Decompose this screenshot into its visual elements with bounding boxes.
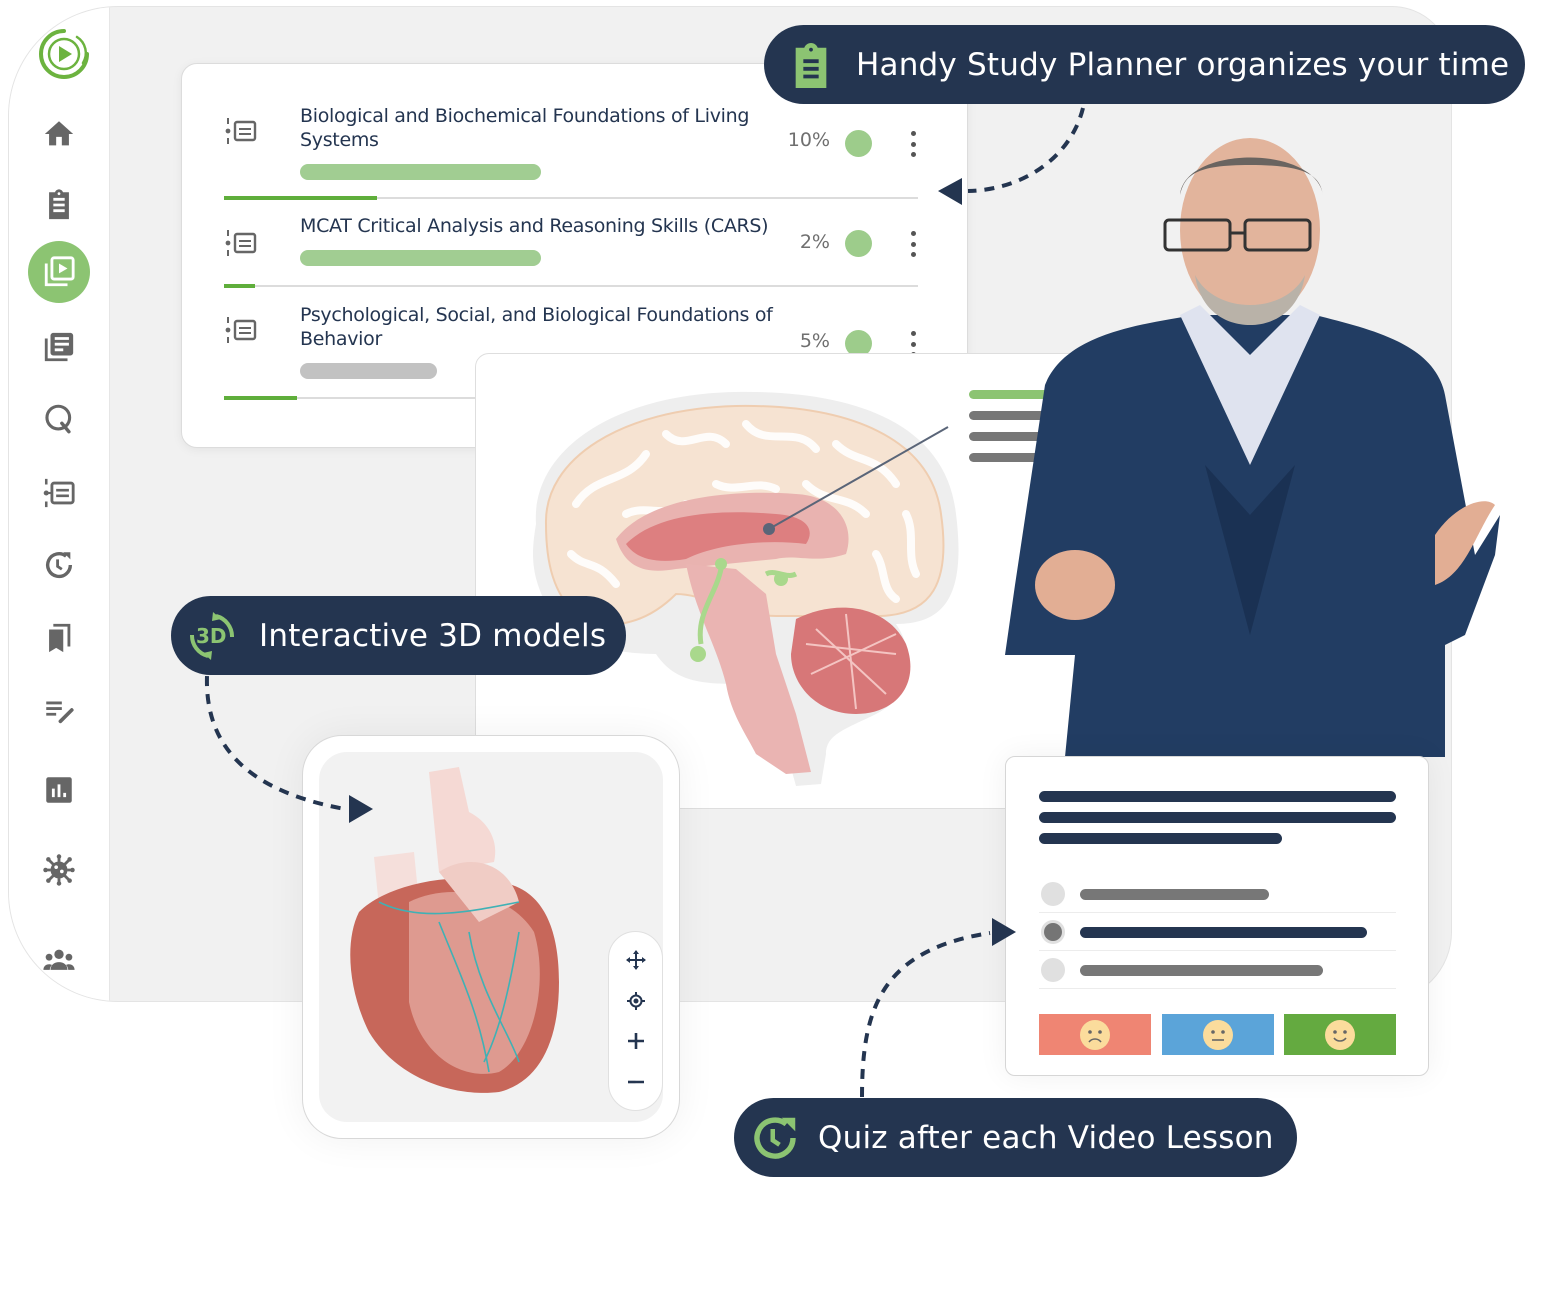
microbe-icon	[43, 854, 75, 886]
more-options-icon[interactable]	[908, 231, 918, 257]
sidebar-item-video-lessons[interactable]	[28, 241, 90, 303]
answer-text-line	[1080, 965, 1323, 976]
course-row[interactable]: MCAT Critical Analysis and Reasoning Ski…	[224, 214, 918, 290]
course-bar	[300, 250, 541, 266]
course-bar	[300, 164, 541, 180]
sidebar-item-home[interactable]	[28, 103, 90, 165]
plus-icon	[627, 1033, 644, 1050]
target-icon	[626, 991, 645, 1010]
course-title[interactable]: Psychological, Social, and Biological Fo…	[300, 303, 790, 351]
course-list-icon	[225, 317, 257, 343]
rate-medium-button[interactable]	[1162, 1014, 1274, 1055]
course-title[interactable]: MCAT Critical Analysis and Reasoning Ski…	[300, 214, 820, 238]
sidebar-item-microbe[interactable]	[28, 839, 90, 901]
3d-badge: 3D	[196, 623, 227, 648]
happy-face-icon	[1325, 1019, 1355, 1050]
move-icon	[625, 950, 646, 971]
move-button[interactable]	[623, 947, 649, 973]
clipboard-icon	[49, 189, 69, 220]
radio-button[interactable]	[1041, 958, 1065, 982]
sidebar	[9, 7, 110, 1001]
radio-button-selected[interactable]	[1041, 920, 1065, 944]
center-button[interactable]	[623, 988, 649, 1014]
radio-button[interactable]	[1041, 882, 1065, 906]
rate-hard-button[interactable]	[1039, 1014, 1151, 1055]
course-list-icon	[225, 118, 257, 144]
course-percent: 10%	[787, 129, 830, 151]
video-library-icon	[44, 256, 75, 287]
history-clock-icon	[754, 1116, 796, 1159]
viewer-controls	[608, 931, 663, 1111]
sidebar-item-my-notes[interactable]	[28, 679, 90, 741]
sidebar-item-courses[interactable]	[28, 462, 90, 524]
course-percent: 5%	[799, 330, 830, 352]
status-dot	[845, 130, 872, 157]
group-icon	[43, 949, 75, 970]
q-icon	[45, 404, 72, 434]
3d-model-canvas[interactable]	[319, 752, 663, 1122]
course-title[interactable]: Biological and Biochemical Foundations o…	[300, 104, 790, 152]
sidebar-item-qbank[interactable]	[28, 388, 90, 450]
bar-chart-icon	[46, 777, 72, 803]
library-books-icon	[44, 332, 74, 362]
callout-label: Quiz after each Video Lesson	[818, 1119, 1274, 1156]
sidebar-item-statistics[interactable]	[28, 759, 90, 821]
course-bar	[300, 363, 437, 379]
sidebar-item-bookmarks[interactable]	[28, 607, 90, 669]
answer-option-selected[interactable]	[1039, 913, 1396, 951]
answer-option[interactable]	[1039, 875, 1396, 913]
rate-easy-button[interactable]	[1284, 1014, 1396, 1055]
row-divider	[224, 285, 918, 287]
answer-text-line	[1080, 927, 1367, 938]
sidebar-item-community[interactable]	[28, 929, 90, 991]
history-clock-icon	[45, 552, 73, 579]
sidebar-item-study-planner[interactable]	[28, 174, 90, 236]
sad-face-icon	[1080, 1019, 1110, 1050]
sidebar-item-notes[interactable]	[28, 316, 90, 378]
course-percent: 2%	[799, 231, 830, 253]
bookmarks-icon	[49, 623, 71, 653]
course-list-icon	[225, 230, 257, 256]
minus-icon	[627, 1080, 644, 1084]
option-divider	[1039, 988, 1396, 989]
callout-3d-models: 3D Interactive 3D models	[171, 596, 626, 675]
callout-quiz: Quiz after each Video Lesson	[734, 1098, 1297, 1177]
callout-label: Handy Study Planner organizes your time	[856, 46, 1510, 83]
quiz-card	[1005, 756, 1429, 1076]
clipboard-icon	[795, 42, 827, 88]
status-dot	[845, 230, 872, 257]
callout-label: Interactive 3D models	[259, 617, 607, 654]
more-options-icon[interactable]	[908, 131, 918, 157]
course-list-icon	[43, 478, 75, 508]
progress-line	[224, 196, 377, 200]
progress-line	[224, 284, 256, 288]
lecturio-logo[interactable]	[37, 27, 91, 81]
edit-notes-icon	[46, 701, 74, 724]
question-text-line	[1039, 812, 1396, 823]
home-icon	[44, 121, 74, 146]
3d-rotate-icon: 3D	[183, 607, 241, 665]
question-text-line	[1039, 791, 1396, 802]
answer-option[interactable]	[1039, 951, 1396, 989]
3d-model-viewer[interactable]	[302, 735, 680, 1139]
callout-study-planner: Handy Study Planner organizes your time	[764, 25, 1525, 104]
course-row[interactable]: Biological and Biochemical Foundations o…	[224, 104, 918, 202]
neutral-face-icon	[1203, 1019, 1233, 1050]
answer-text-line	[1080, 889, 1269, 900]
presenter-video[interactable]	[1005, 135, 1500, 757]
progress-line	[224, 396, 297, 400]
zoom-out-button[interactable]	[623, 1069, 649, 1095]
sidebar-item-quiz-history[interactable]	[28, 534, 90, 596]
zoom-in-button[interactable]	[623, 1028, 649, 1054]
question-text-line	[1039, 833, 1282, 844]
